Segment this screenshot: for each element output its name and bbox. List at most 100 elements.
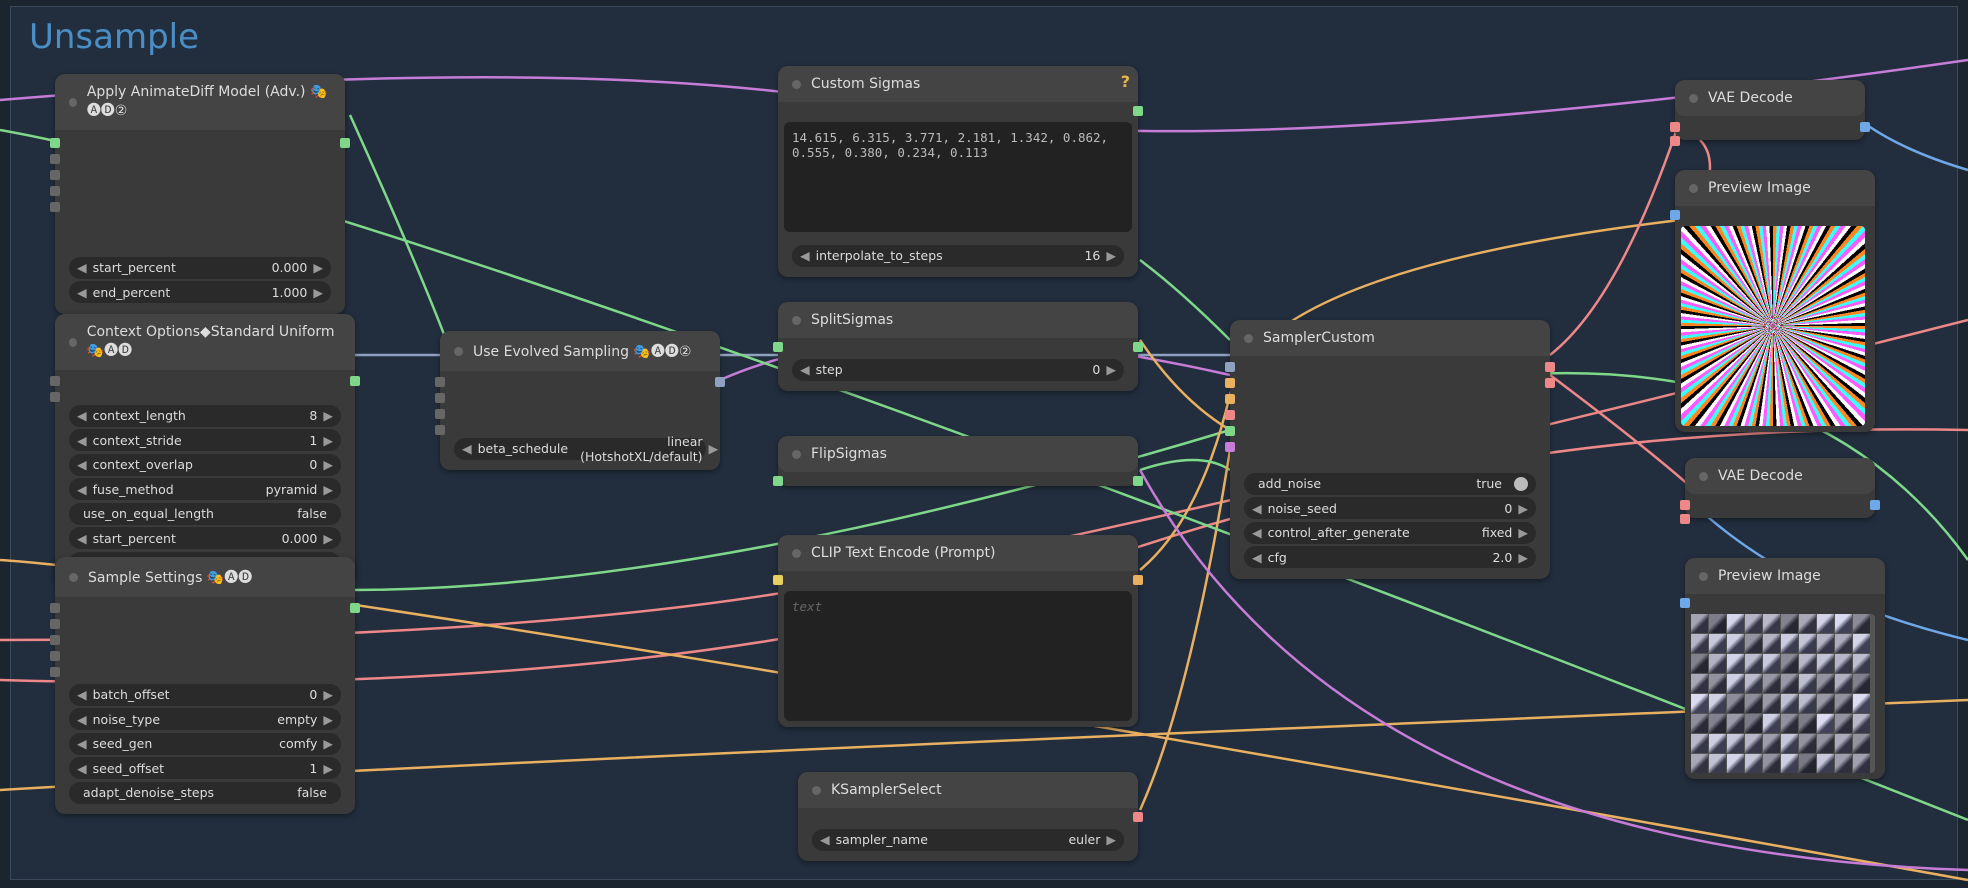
widget-cfg[interactable]: ◀cfg2.0▶	[1244, 546, 1536, 568]
input-slot[interactable]	[773, 476, 783, 486]
prompt-textarea[interactable]: text	[784, 591, 1132, 721]
chevron-right-icon[interactable]: ▶	[709, 441, 719, 456]
widget-use-on-equal-length[interactable]: use_on_equal_lengthfalse	[69, 503, 341, 525]
chevron-left-icon[interactable]: ◀	[77, 482, 87, 497]
chevron-left-icon[interactable]: ◀	[77, 408, 87, 423]
node-header[interactable]: Context Options◆Standard Uniform 🎭🅐🅓	[55, 314, 355, 370]
collapse-dot-icon[interactable]	[69, 98, 77, 107]
input-slot[interactable]	[1680, 514, 1690, 524]
widget-context-stride[interactable]: ◀context_stride1▶	[69, 429, 341, 451]
collapse-dot-icon[interactable]	[69, 573, 78, 582]
node-header[interactable]: CLIP Text Encode (Prompt)	[778, 535, 1138, 571]
input-slot[interactable]	[50, 603, 60, 613]
chevron-right-icon[interactable]: ▶	[323, 531, 333, 546]
input-slot[interactable]	[1225, 378, 1235, 388]
chevron-left-icon[interactable]: ◀	[77, 433, 87, 448]
output-slot[interactable]	[715, 377, 725, 387]
output-slot[interactable]	[350, 603, 360, 613]
input-slot[interactable]	[50, 202, 60, 212]
output-slot[interactable]	[1545, 362, 1555, 372]
node-header[interactable]: Apply AnimateDiff Model (Adv.) 🎭🅐🅓②	[55, 74, 345, 130]
toggle-knob-icon[interactable]	[1514, 477, 1528, 491]
input-slot[interactable]	[1225, 394, 1235, 404]
input-slot[interactable]	[435, 377, 445, 387]
input-slot[interactable]	[50, 635, 60, 645]
chevron-right-icon[interactable]: ▶	[323, 408, 333, 423]
widget-context-overlap[interactable]: ◀context_overlap0▶	[69, 454, 341, 476]
help-icon[interactable]: ?	[1121, 72, 1130, 91]
chevron-left-icon[interactable]: ◀	[77, 712, 87, 727]
chevron-left-icon[interactable]: ◀	[800, 248, 810, 263]
collapse-dot-icon[interactable]	[69, 338, 77, 347]
input-slot[interactable]	[50, 667, 60, 677]
input-slot[interactable]	[435, 409, 445, 419]
node-preview-image-1[interactable]: Preview Image	[1675, 170, 1875, 432]
widget-add-noise[interactable]: add_noisetrue	[1244, 473, 1536, 495]
chevron-right-icon[interactable]: ▶	[1106, 832, 1116, 847]
chevron-right-icon[interactable]: ▶	[323, 736, 333, 751]
output-slot[interactable]	[1133, 812, 1143, 822]
node-ksampler-select[interactable]: KSamplerSelect ◀sampler_nameeuler▶	[798, 772, 1138, 861]
chevron-left-icon[interactable]: ◀	[77, 260, 87, 275]
node-split-sigmas[interactable]: SplitSigmas ◀step0▶	[778, 302, 1138, 391]
output-slot[interactable]	[1870, 500, 1880, 510]
chevron-right-icon[interactable]: ▶	[1518, 525, 1528, 540]
collapse-dot-icon[interactable]	[792, 549, 801, 558]
chevron-right-icon[interactable]: ▶	[323, 433, 333, 448]
collapse-dot-icon[interactable]	[812, 786, 821, 795]
widget-start-percent[interactable]: ◀start_percent0.000▶	[69, 527, 341, 549]
input-slot[interactable]	[50, 651, 60, 661]
node-flip-sigmas[interactable]: FlipSigmas	[778, 436, 1138, 486]
widget-noise-seed[interactable]: ◀noise_seed0▶	[1244, 497, 1536, 519]
collapse-dot-icon[interactable]	[1689, 94, 1698, 103]
chevron-left-icon[interactable]: ◀	[1252, 501, 1262, 516]
node-clip-text-encode[interactable]: CLIP Text Encode (Prompt) text	[778, 535, 1138, 727]
node-header[interactable]: VAE Decode	[1685, 458, 1875, 494]
output-slot[interactable]	[1133, 342, 1143, 352]
input-slot[interactable]	[1225, 410, 1235, 420]
chevron-left-icon[interactable]: ◀	[820, 832, 830, 847]
node-sampler-custom[interactable]: SamplerCustom add_noisetrue ◀noise_seed0…	[1230, 320, 1550, 579]
output-slot[interactable]	[1133, 476, 1143, 486]
collapse-dot-icon[interactable]	[1244, 334, 1253, 343]
node-apply-animatediff[interactable]: Apply AnimateDiff Model (Adv.) 🎭🅐🅓② ◀sta…	[55, 74, 345, 314]
chevron-left-icon[interactable]: ◀	[77, 736, 87, 751]
chevron-right-icon[interactable]: ▶	[1106, 362, 1116, 377]
node-custom-sigmas[interactable]: Custom Sigmas ? 14.615, 6.315, 3.771, 2.…	[778, 66, 1138, 277]
output-slot[interactable]	[1860, 122, 1870, 132]
chevron-right-icon[interactable]: ▶	[313, 260, 323, 275]
chevron-left-icon[interactable]: ◀	[800, 362, 810, 377]
input-slot[interactable]	[50, 376, 60, 386]
widget-noise-type[interactable]: ◀noise_typeempty▶	[69, 708, 341, 730]
input-slot[interactable]	[435, 393, 445, 403]
node-header[interactable]: Use Evolved Sampling 🎭🅐🅓②	[440, 331, 720, 371]
node-header[interactable]: Preview Image	[1685, 558, 1885, 594]
collapse-dot-icon[interactable]	[454, 347, 463, 356]
chevron-right-icon[interactable]: ▶	[323, 687, 333, 702]
sigmas-textarea[interactable]: 14.615, 6.315, 3.771, 2.181, 1.342, 0.86…	[784, 122, 1132, 232]
input-slot[interactable]	[50, 170, 60, 180]
chevron-right-icon[interactable]: ▶	[1518, 501, 1528, 516]
node-header[interactable]: Sample Settings 🎭🅐🅓	[55, 557, 355, 597]
input-slot[interactable]	[1225, 362, 1235, 372]
widget-fuse-method[interactable]: ◀fuse_methodpyramid▶	[69, 478, 341, 500]
output-slot[interactable]	[1133, 106, 1143, 116]
chevron-left-icon[interactable]: ◀	[77, 761, 87, 776]
widget-adapt-denoise-steps[interactable]: adapt_denoise_stepsfalse	[69, 782, 341, 804]
node-header[interactable]: FlipSigmas	[778, 436, 1138, 472]
input-slot[interactable]	[1670, 136, 1680, 146]
collapse-dot-icon[interactable]	[792, 80, 801, 89]
output-slot[interactable]	[1545, 378, 1555, 388]
input-slot[interactable]	[773, 342, 783, 352]
chevron-right-icon[interactable]: ▶	[1106, 248, 1116, 263]
input-slot[interactable]	[1225, 442, 1235, 452]
chevron-right-icon[interactable]: ▶	[323, 712, 333, 727]
chevron-left-icon[interactable]: ◀	[77, 457, 87, 472]
collapse-dot-icon[interactable]	[1689, 184, 1698, 193]
collapse-dot-icon[interactable]	[1699, 472, 1708, 481]
input-slot[interactable]	[773, 575, 783, 585]
node-sample-settings[interactable]: Sample Settings 🎭🅐🅓 ◀batch_offset0▶◀nois…	[55, 557, 355, 814]
widget-step[interactable]: ◀step0▶	[792, 359, 1124, 381]
node-header[interactable]: SamplerCustom	[1230, 320, 1550, 356]
output-slot[interactable]	[350, 376, 360, 386]
